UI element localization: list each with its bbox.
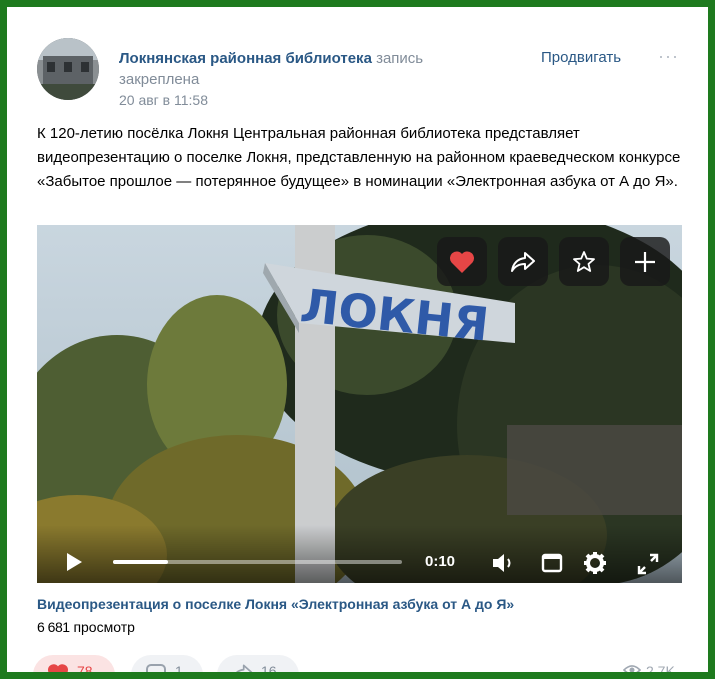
video-views-label: просмотр	[73, 619, 135, 635]
bookmark-video-button[interactable]	[559, 237, 609, 286]
post-date[interactable]: 20 авг в 11:58	[119, 92, 208, 108]
settings-gear-icon[interactable]	[583, 551, 607, 575]
eye-icon	[623, 665, 641, 672]
video-timecode: 0:10	[425, 553, 456, 570]
comment-button[interactable]: 1	[131, 655, 203, 679]
heart-icon	[47, 664, 69, 672]
fullscreen-icon[interactable]	[637, 553, 659, 575]
play-icon[interactable]	[65, 552, 83, 572]
progress-fill	[113, 560, 168, 564]
avatar[interactable]	[37, 38, 99, 100]
star-icon	[573, 250, 595, 272]
video-views-count: 6 681	[37, 619, 70, 635]
like-video-button[interactable]	[437, 237, 487, 286]
add-video-button[interactable]	[620, 237, 670, 286]
share-video-button[interactable]	[498, 237, 548, 286]
like-count: 78	[77, 663, 93, 679]
post-author: Локнянская районная библиотека запись за…	[119, 48, 459, 90]
post-views-count: 2,7K	[646, 663, 675, 679]
more-options-icon[interactable]: ···	[658, 46, 679, 67]
volume-icon[interactable]	[491, 552, 517, 574]
comment-count: 1	[175, 663, 183, 679]
author-name-link[interactable]: Локнянская районная библиотека	[119, 50, 372, 67]
share-count: 16	[261, 663, 277, 679]
share-button[interactable]: 16	[217, 655, 299, 679]
share-icon	[236, 664, 253, 672]
video-views: 6 681 просмотр	[37, 619, 135, 635]
plus-icon	[635, 251, 655, 272]
video-player[interactable]: ЛОКНЯ 0:10	[37, 225, 682, 583]
video-title-link[interactable]: Видеопрезентация о поселке Локня «Электр…	[37, 596, 514, 612]
post-card: Локнянская районная библиотека запись за…	[0, 0, 715, 679]
post-text: К 120-летию посёлка Локня Центральная ра…	[37, 125, 681, 190]
heart-icon	[449, 250, 475, 273]
post-views: 2,7K	[623, 663, 675, 679]
promote-button[interactable]: Продвигать	[541, 49, 621, 66]
share-icon	[511, 251, 535, 272]
progress-track[interactable]	[113, 560, 402, 564]
like-button[interactable]: 78	[33, 655, 115, 679]
comment-icon	[146, 664, 166, 672]
miniplayer-icon[interactable]	[541, 553, 563, 573]
